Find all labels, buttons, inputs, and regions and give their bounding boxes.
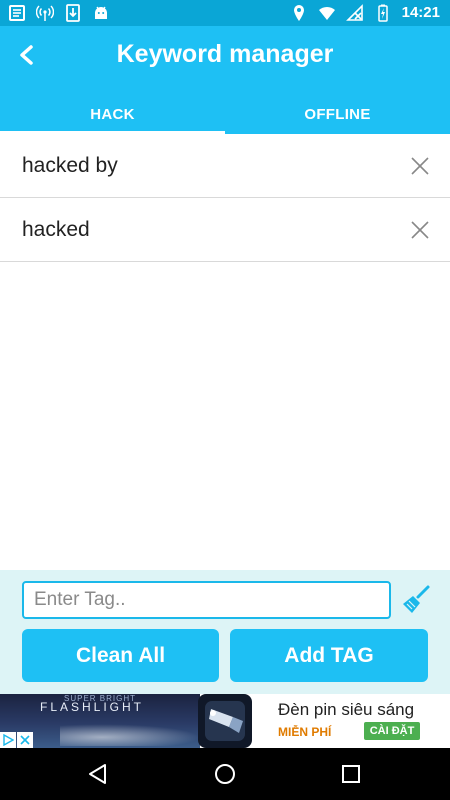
clean-all-button[interactable]: Clean All	[22, 629, 219, 682]
tag-input[interactable]	[22, 581, 391, 619]
tab-offline[interactable]: OFFLINE	[225, 94, 450, 134]
ad-banner[interactable]: SUPER BRIGHT FLASHLIGHT Đèn pin siêu sán…	[0, 694, 450, 748]
ad-brand: FLASHLIGHT	[40, 700, 145, 714]
delete-keyword-button[interactable]	[408, 218, 432, 242]
tag-entry-panel: Clean All Add TAG	[0, 570, 450, 694]
ad-light-beam	[60, 724, 200, 746]
list-item[interactable]: hacked	[0, 198, 450, 262]
back-triangle-icon[interactable]	[86, 762, 110, 786]
ad-free-label: MIỄN PHÍ	[278, 725, 332, 739]
download-icon	[66, 4, 80, 22]
no-signal-icon	[345, 4, 363, 21]
keyword-text: hacked	[22, 217, 90, 241]
close-icon	[411, 157, 429, 175]
broom-icon[interactable]	[400, 584, 432, 616]
flashlight-icon	[198, 694, 252, 748]
ad-info-icon[interactable]	[0, 732, 16, 748]
page-title: Keyword manager	[116, 40, 334, 68]
ad-title: Đèn pin siêu sáng	[278, 700, 415, 719]
status-right-icons: 14:21	[290, 4, 440, 22]
keyword-text: hacked by	[22, 153, 118, 177]
app-bar: Keyword manager HACK OFFLINE	[0, 26, 450, 134]
battery-charging-icon	[377, 4, 388, 22]
list-item[interactable]: hacked by	[0, 134, 450, 198]
close-icon	[411, 221, 429, 239]
tab-bar: HACK OFFLINE	[0, 94, 450, 134]
delete-keyword-button[interactable]	[408, 154, 432, 178]
add-tag-button[interactable]: Add TAG	[230, 629, 428, 682]
location-icon	[293, 5, 304, 21]
recents-square-icon[interactable]	[339, 762, 363, 786]
keyword-list: hacked by hacked	[0, 134, 450, 262]
ad-install-button[interactable]: CÀI ĐẶT	[364, 722, 420, 740]
home-circle-icon[interactable]	[213, 762, 237, 786]
status-bar: 14:21	[0, 0, 450, 26]
ad-close-icon[interactable]	[17, 732, 33, 748]
clock-time: 14:21	[401, 4, 440, 21]
tab-hack[interactable]: HACK	[0, 94, 225, 134]
navigation-bar	[0, 748, 450, 800]
status-left-icons	[8, 4, 110, 22]
wireless-icon	[36, 5, 54, 21]
wifi-icon	[318, 6, 335, 20]
notification-list-icon	[9, 5, 25, 21]
android-icon	[95, 6, 107, 19]
